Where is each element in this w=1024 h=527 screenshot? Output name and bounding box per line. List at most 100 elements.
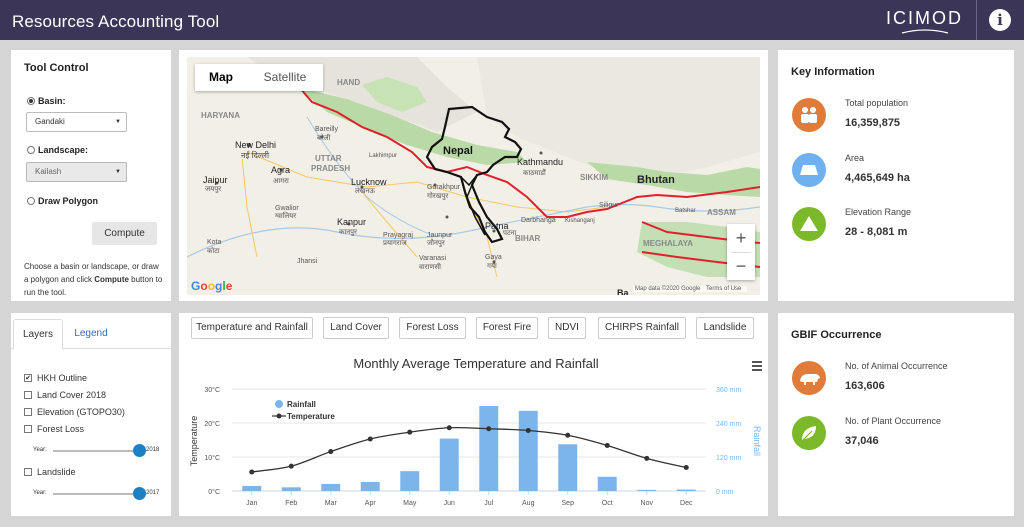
legend-temperature[interactable]: Temperature (287, 412, 335, 421)
bar-rainfall[interactable] (597, 476, 617, 491)
basin-select[interactable]: Gandaki ▼ (26, 112, 127, 132)
temperature-point[interactable] (644, 455, 650, 461)
bar-rainfall[interactable] (479, 406, 499, 491)
gbif-panel: GBIF Occurrence No. of Animal Occurrence… (778, 313, 1014, 516)
checkbox[interactable] (24, 391, 32, 399)
layer-forest-loss[interactable]: Forest Loss (24, 424, 84, 434)
slider-handle[interactable] (133, 444, 146, 457)
map-label-agra-hi: आगरा (273, 178, 289, 185)
temperature-point[interactable] (486, 426, 492, 432)
stat-label: Area (845, 153, 865, 163)
bar-rainfall[interactable] (637, 489, 657, 491)
map-label-jaunpur-hi: जौनपुर (427, 238, 445, 247)
chart-legend[interactable]: Rainfall Temperature (272, 400, 335, 421)
forest-loss-year-slider[interactable]: Year: 2018 (33, 444, 165, 458)
map-type-toggle: Map Satellite (195, 64, 323, 91)
year-value: 2018 (146, 447, 160, 453)
chart-svg: Monthly Average Temperature and Rainfall… (189, 356, 762, 507)
chart-title: Monthly Average Temperature and Rainfall (353, 356, 598, 371)
layer-elevation[interactable]: Elevation (GTOPO30) (24, 407, 125, 417)
temperature-point[interactable] (683, 465, 689, 471)
map-label-bareilly-hi: बरेली (317, 133, 331, 142)
map-tab[interactable]: Map (195, 64, 247, 91)
map-label-batsar: Batshar (675, 208, 696, 214)
checkbox[interactable] (24, 408, 32, 416)
temperature-point[interactable] (565, 432, 571, 438)
y-axis-right-label: Rainfall (752, 426, 762, 456)
tab-legend[interactable]: Legend (71, 319, 111, 350)
area-icon (792, 153, 826, 187)
map-canvas[interactable]: HAND HARYANA UTTAR PRADESH New Delhi नई … (187, 57, 760, 295)
legend-rainfall[interactable]: Rainfall (287, 400, 316, 409)
info-icon[interactable]: i (989, 9, 1011, 31)
top-bar: Resources Accounting Tool ICIMOD i (0, 0, 1024, 40)
google-logo[interactable]: Google (191, 279, 232, 293)
map-label-jaunpur: Jaunpur (427, 232, 453, 239)
slider-track[interactable] (53, 450, 141, 452)
map-label-bihar: BIHAR (515, 234, 541, 243)
stat-value: 37,046 (845, 435, 879, 447)
map-label-agra: Agra (271, 165, 290, 175)
slider-track[interactable] (53, 493, 141, 495)
temperature-point[interactable] (604, 442, 610, 448)
checkbox[interactable] (24, 468, 32, 476)
temperature-point[interactable] (525, 427, 531, 433)
tool-control-panel: Tool Control Basin: Gandaki ▼ Landscape:… (11, 50, 171, 301)
y-axis-left-label: Temperature (189, 416, 199, 467)
temperature-point[interactable] (446, 425, 452, 431)
stat-value: 28 - 8,081 m (845, 226, 908, 238)
temperature-point[interactable] (407, 429, 413, 435)
stat-value: 163,606 (845, 380, 885, 392)
tab-layers[interactable]: Layers (13, 319, 63, 350)
map-svg[interactable]: HAND HARYANA UTTAR PRADESH New Delhi नई … (187, 57, 760, 295)
bar-rainfall[interactable] (676, 489, 696, 491)
bar-rainfall[interactable] (400, 471, 420, 491)
map-label-bhutan: Bhutan (637, 174, 675, 186)
map-label-kota: Kota (207, 239, 222, 246)
basin-radio[interactable]: Basin: (27, 96, 66, 106)
layer-label: Forest Loss (37, 424, 85, 434)
terms-link[interactable]: Terms of Use (706, 286, 741, 292)
layers-tabs: Layers Legend (11, 319, 171, 350)
satellite-tab[interactable]: Satellite (247, 64, 323, 91)
map-label-new-delhi: New Delhi (235, 140, 276, 150)
bar-rainfall[interactable] (360, 481, 380, 491)
compute-button[interactable]: Compute (92, 222, 157, 245)
temperature-point[interactable] (367, 436, 373, 442)
landslide-year-slider[interactable]: Year: 2017 (33, 487, 165, 501)
slider-handle[interactable] (133, 487, 146, 500)
map-label-jhansi: Jhansi (297, 258, 318, 265)
temperature-line (251, 426, 687, 473)
x-tick-label: Jan (246, 500, 257, 507)
draw-polygon-radio-indicator[interactable] (27, 197, 35, 205)
bar-rainfall[interactable] (518, 410, 538, 491)
layer-landslide[interactable]: Landslide (24, 467, 76, 477)
bar-rainfall[interactable] (281, 487, 301, 491)
checkbox[interactable] (24, 425, 32, 433)
zoom-out-button[interactable]: − (727, 252, 755, 280)
layer-land-cover[interactable]: Land Cover 2018 (24, 390, 106, 400)
basin-radio-indicator[interactable] (27, 97, 35, 105)
draw-polygon-radio[interactable]: Draw Polygon (27, 196, 98, 206)
checkbox[interactable]: ✔ (24, 374, 32, 382)
bar-rainfall[interactable] (321, 483, 341, 491)
temperature-point[interactable] (328, 449, 334, 455)
layer-hkh-outline[interactable]: ✔ HKH Outline (24, 373, 87, 383)
temperature-point[interactable] (249, 469, 255, 475)
map-label-jaipur: Jaipur (203, 175, 228, 185)
icimod-logo[interactable]: ICIMOD (886, 8, 968, 36)
layer-label: Land Cover 2018 (37, 390, 107, 400)
zoom-in-button[interactable]: + (727, 224, 755, 252)
stat-label: No. of Plant Occurrence (845, 416, 942, 426)
map-data-text: Map data ©2020 Google (635, 286, 701, 292)
layer-label: Elevation (GTOPO30) (37, 407, 125, 417)
bar-rainfall[interactable] (558, 444, 578, 491)
landscape-radio[interactable]: Landscape: (27, 145, 88, 155)
y-tick-left: 0°C (208, 488, 220, 496)
map-label-gaya: Gaya (485, 254, 502, 261)
landscape-radio-indicator[interactable] (27, 146, 35, 154)
bar-rainfall[interactable] (439, 438, 459, 491)
temperature-point[interactable] (288, 463, 294, 469)
bar-rainfall[interactable] (242, 485, 262, 491)
landscape-select[interactable]: Kailash ▼ (26, 162, 127, 182)
